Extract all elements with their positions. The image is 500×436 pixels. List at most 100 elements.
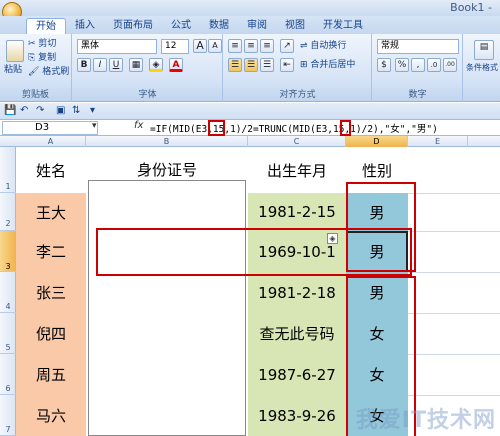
column-header-c[interactable]: C xyxy=(248,136,346,147)
alignment-group-label: 对齐方式 xyxy=(279,90,316,100)
grid-line xyxy=(408,231,500,232)
borders-icon[interactable]: ▦ xyxy=(129,58,143,72)
row-header-3[interactable]: 3 xyxy=(0,231,16,272)
row-header-5[interactable]: 5 xyxy=(0,313,16,354)
paste-icon[interactable] xyxy=(6,40,24,62)
underline-button[interactable]: U xyxy=(109,58,123,72)
formula-bar: D3 ▾ fx =IF(MID(E3,15,1)/2=TRUNC(MID(E3,… xyxy=(0,120,500,136)
column-header-a[interactable]: A xyxy=(16,136,86,147)
cut-label: 剪切 xyxy=(38,39,57,49)
shrink-font-icon[interactable]: A xyxy=(208,39,222,53)
merge-center-button[interactable]: ⊞ 合并后居中 xyxy=(300,59,355,71)
clipboard-group-label: 剪贴板 xyxy=(21,90,49,100)
row-header-4[interactable]: 4 xyxy=(0,272,16,313)
font-color-button[interactable]: A xyxy=(169,58,183,72)
row-header-1[interactable]: 1 xyxy=(0,147,16,193)
column-headers: A B C D E xyxy=(0,136,500,147)
cell-birth[interactable]: 1981-2-15 xyxy=(248,193,346,231)
currency-icon[interactable]: $ xyxy=(377,58,391,72)
increase-decimal-button[interactable]: .0 xyxy=(427,58,441,72)
conditional-format-icon[interactable]: ▤ xyxy=(474,40,494,60)
font-name-select[interactable]: 黑体 xyxy=(77,39,157,54)
quick-access-toolbar: 💾 ↶ ↷ ▣ ⇅ ▾ xyxy=(0,103,500,120)
orientation-icon[interactable]: ↗ xyxy=(280,39,294,53)
format-painter-button[interactable]: 🖌 格式刷 xyxy=(28,66,69,78)
number-format-select[interactable]: 常规 xyxy=(377,39,459,54)
conditional-format-button[interactable]: 条件格式 xyxy=(466,62,498,74)
merge-center-label: 合并后居中 xyxy=(310,60,356,70)
sort-icon[interactable]: ⇅ xyxy=(72,105,80,116)
header-name[interactable]: 姓名 xyxy=(16,147,86,193)
cell-name[interactable]: 李二 xyxy=(16,231,86,272)
grow-font-icon[interactable]: A xyxy=(193,39,207,53)
paste-button[interactable]: 粘贴 xyxy=(4,64,22,76)
tab-data[interactable]: 数据 xyxy=(200,18,238,34)
number-group: 常规 $ % , .0 .00 数字 xyxy=(373,34,463,102)
copy-label: 复制 xyxy=(38,53,57,63)
save-icon[interactable]: 💾 xyxy=(4,105,16,116)
header-birth[interactable]: 出生年月 xyxy=(248,147,346,193)
font-size-select[interactable]: 12 xyxy=(161,39,189,54)
format-painter-label: 格式刷 xyxy=(42,67,70,77)
cell-name[interactable]: 周五 xyxy=(16,354,86,395)
bold-button[interactable]: B xyxy=(77,58,91,72)
column-header-b[interactable]: B xyxy=(86,136,248,147)
align-left-icon[interactable]: ☰ xyxy=(228,58,242,72)
fill-color-icon[interactable]: ◈ xyxy=(149,58,163,72)
tab-review[interactable]: 审阅 xyxy=(238,18,276,34)
formula-highlight-box-2 xyxy=(340,120,351,136)
undo-icon[interactable]: ↶ xyxy=(20,105,28,116)
clipboard-group: 粘贴 ✂ 剪切 ⎘ 复制 🖌 格式刷 剪贴板 xyxy=(0,34,72,102)
name-box[interactable]: D3 xyxy=(2,121,98,135)
cut-button[interactable]: ✂ 剪切 xyxy=(28,38,56,50)
cell-birth[interactable]: 1981-2-18 xyxy=(248,272,346,313)
formula-highlight-box-1 xyxy=(208,120,225,136)
cell-name[interactable]: 王大 xyxy=(16,193,86,231)
grid-line xyxy=(408,395,500,396)
title-bar: Book1 - xyxy=(0,0,500,16)
comma-button[interactable]: , xyxy=(411,58,425,72)
row-header-7[interactable]: 7 xyxy=(0,395,16,436)
tab-home[interactable]: 开始 xyxy=(26,18,66,34)
tab-view[interactable]: 视图 xyxy=(276,18,314,34)
alignment-group: ≡ ≡ ≡ ↗ ⇌ 自动换行 ☰ ☰ ☰ ⇤ ⊞ 合并后居中 对齐方式 xyxy=(224,34,372,102)
print-preview-icon[interactable]: ▣ xyxy=(56,105,65,116)
row-header-6[interactable]: 6 xyxy=(0,354,16,395)
wrap-text-button[interactable]: ⇌ 自动换行 xyxy=(300,40,346,52)
watermark-logo: 我爱IT技术网 xyxy=(355,408,496,433)
customize-qat-icon[interactable]: ▾ xyxy=(90,105,95,116)
cell-name[interactable]: 倪四 xyxy=(16,313,86,354)
cell-birth[interactable]: 1987-6-27 xyxy=(248,354,346,395)
header-id[interactable]: 身份证号 xyxy=(86,147,248,193)
align-center-icon[interactable]: ☰ xyxy=(244,58,258,72)
tab-developer[interactable]: 开发工具 xyxy=(314,18,372,34)
cell-birth[interactable]: 查无此号码 xyxy=(248,313,346,354)
row-header-2[interactable]: 2 xyxy=(0,193,16,231)
align-middle-icon[interactable]: ≡ xyxy=(244,39,258,53)
insert-function-button[interactable]: fx xyxy=(134,120,148,135)
cell-birth[interactable]: 1983-9-26 xyxy=(248,395,346,436)
formula-input[interactable]: =IF(MID(E3,15,1)/2=TRUNC(MID(E3,15,1)/2)… xyxy=(150,121,438,135)
align-top-icon[interactable]: ≡ xyxy=(228,39,242,53)
redo-icon[interactable]: ↷ xyxy=(36,105,44,116)
indent-icon[interactable]: ⇤ xyxy=(280,58,294,72)
tab-page-layout[interactable]: 页面布局 xyxy=(104,18,162,34)
id-input-box[interactable] xyxy=(88,180,246,436)
decrease-decimal-button[interactable]: .00 xyxy=(443,58,457,72)
annotation-box-row-3 xyxy=(96,228,412,276)
percent-button[interactable]: % xyxy=(395,58,409,72)
cell-name[interactable]: 马六 xyxy=(16,395,86,436)
italic-button[interactable]: I xyxy=(93,58,107,72)
align-right-icon[interactable]: ☰ xyxy=(260,58,274,72)
name-box-dropdown-icon[interactable]: ▾ xyxy=(92,121,97,131)
cell-name[interactable]: 张三 xyxy=(16,272,86,313)
tab-formulas[interactable]: 公式 xyxy=(162,18,200,34)
grid-line xyxy=(408,313,500,314)
window-title: Book1 - xyxy=(450,1,492,14)
column-header-d[interactable]: D xyxy=(346,136,408,147)
grid-line xyxy=(408,354,500,355)
column-header-e[interactable]: E xyxy=(408,136,468,147)
tab-insert[interactable]: 插入 xyxy=(66,18,104,34)
copy-button[interactable]: ⎘ 复制 xyxy=(28,52,56,64)
align-bottom-icon[interactable]: ≡ xyxy=(260,39,274,53)
